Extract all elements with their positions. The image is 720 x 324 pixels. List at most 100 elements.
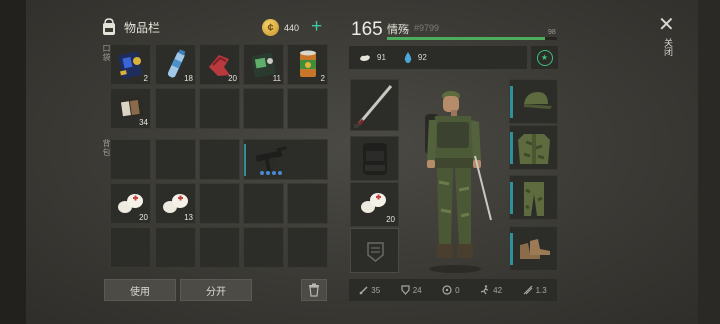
backpack-slot-empty[interactable] xyxy=(110,227,151,268)
item-count: 13 xyxy=(184,213,193,222)
shield-placeholder-icon xyxy=(367,242,384,262)
special-slot[interactable] xyxy=(350,228,399,273)
item-count: 2 xyxy=(320,74,325,83)
crit-blade-icon xyxy=(523,285,532,295)
camo-jacket-icon xyxy=(518,134,550,164)
speed-value: 42 xyxy=(493,285,503,295)
radiation-stat: 0 xyxy=(442,285,460,295)
backpack-slot-empty[interactable] xyxy=(110,139,151,180)
soldier-figure-icon xyxy=(425,91,492,273)
crit-value: 1.3 xyxy=(535,285,547,295)
backpack-equip-slot[interactable] xyxy=(350,136,399,181)
backpack-slot-empty[interactable] xyxy=(287,183,328,224)
pocket-slot-empty[interactable] xyxy=(199,88,240,129)
pants-slot[interactable] xyxy=(509,175,558,220)
slot-accent-bar xyxy=(510,182,513,214)
boots-slot[interactable] xyxy=(509,226,558,271)
attack-value: 35 xyxy=(371,285,381,295)
slot-accent-bar xyxy=(244,144,246,176)
shield-icon xyxy=(401,285,410,295)
pocket-slot-canned-food[interactable]: 2 xyxy=(287,44,328,85)
food-icon xyxy=(360,54,370,61)
coin-value: 440 xyxy=(284,22,300,33)
camo-pants-icon xyxy=(524,182,544,216)
backpack-slot-empty[interactable] xyxy=(155,227,196,268)
water-value: 92 xyxy=(417,53,427,62)
pocket-slot-book[interactable]: 34 xyxy=(110,88,151,129)
pocket-slot-red-cloth[interactable]: 20 xyxy=(199,44,240,85)
water-drop-icon xyxy=(404,52,412,63)
backpack-icon xyxy=(103,18,115,35)
running-icon xyxy=(480,285,489,295)
trash-button[interactable] xyxy=(301,279,327,301)
pocket-slot-empty[interactable] xyxy=(287,88,328,129)
xp-bar-fill xyxy=(387,37,546,40)
backpack-slot-empty[interactable] xyxy=(243,183,284,224)
backpack-slot-empty[interactable] xyxy=(243,227,284,268)
use-button[interactable]: 使用 xyxy=(104,279,176,301)
coin-balance: ¢ 440 xyxy=(262,19,299,36)
xp-value: 98 xyxy=(548,29,556,36)
survival-stats: 91 92 xyxy=(349,46,527,69)
defense-value: 24 xyxy=(412,285,422,295)
item-count: 20 xyxy=(386,215,395,224)
slot-accent-bar xyxy=(510,86,513,118)
pocket-slot-water-bottle[interactable]: 18 xyxy=(155,44,196,85)
player-id: #9799 xyxy=(414,23,440,33)
character-model xyxy=(415,86,495,274)
inventory-header: 物品栏 xyxy=(100,18,160,36)
cap-icon xyxy=(524,92,552,109)
slot-accent-bar xyxy=(510,132,513,164)
inventory-title: 物品栏 xyxy=(124,20,161,35)
backpack-slot-empty[interactable] xyxy=(199,183,240,224)
xp-bar xyxy=(387,37,557,40)
close-button[interactable]: ✕ xyxy=(658,12,675,37)
radiation-icon xyxy=(442,285,452,295)
tactical-backpack-icon xyxy=(363,143,387,175)
radiation-value: 0 xyxy=(455,285,460,295)
speed-stat: 42 xyxy=(480,285,502,295)
sword-icon xyxy=(359,285,368,295)
combat-stats: 35 24 0 42 1.3 xyxy=(349,279,557,301)
item-count: 20 xyxy=(228,74,237,83)
backpack-slot-smg[interactable] xyxy=(243,139,328,180)
star-icon: ★ xyxy=(536,49,553,66)
slot-accent-bar xyxy=(510,233,513,265)
pocket-slot-green-device[interactable]: 11 xyxy=(243,44,284,85)
backpack-slot-bandage[interactable]: 20 xyxy=(110,183,151,224)
pocket-slot-radio[interactable]: 2 xyxy=(110,44,151,85)
trash-icon xyxy=(309,283,319,297)
screen-edge-left xyxy=(0,0,26,324)
backpack-slot-empty[interactable] xyxy=(155,139,196,180)
weapon-slot-katana[interactable] xyxy=(350,79,399,131)
boots-icon xyxy=(520,239,550,259)
screen-edge-right xyxy=(698,0,720,324)
split-button[interactable]: 分开 xyxy=(180,279,252,301)
close-label[interactable]: 关闭 xyxy=(662,38,675,56)
katana-icon xyxy=(354,85,393,128)
coin-icon: ¢ xyxy=(262,19,279,36)
crit-stat: 1.3 xyxy=(523,285,547,295)
durability-dots xyxy=(260,171,282,175)
item-count: 11 xyxy=(272,74,281,83)
backpack-slot-empty[interactable] xyxy=(199,139,240,180)
add-coins-button[interactable]: + xyxy=(311,17,322,37)
item-count: 20 xyxy=(139,213,148,222)
item-count: 18 xyxy=(184,74,193,83)
backpack-slot-empty[interactable] xyxy=(199,227,240,268)
pocket-slot-empty[interactable] xyxy=(155,88,196,129)
food-value: 91 xyxy=(377,53,386,62)
backpack-slot-empty[interactable] xyxy=(287,227,328,268)
backpack-slot-bandage[interactable]: 13 xyxy=(155,183,196,224)
favorite-button[interactable]: ★ xyxy=(531,46,558,69)
pocket-slot-empty[interactable] xyxy=(243,88,284,129)
item-count: 34 xyxy=(139,118,148,127)
item-count: 2 xyxy=(143,74,148,83)
player-name: 情殇 xyxy=(387,24,409,36)
consumable-slot-bandage[interactable]: 20 xyxy=(350,182,399,227)
player-level: 165 xyxy=(351,19,383,40)
attack-stat: 35 xyxy=(359,286,380,295)
helmet-slot[interactable] xyxy=(509,79,558,124)
defense-stat: 24 xyxy=(401,285,422,295)
body-armor-slot[interactable] xyxy=(509,125,558,170)
